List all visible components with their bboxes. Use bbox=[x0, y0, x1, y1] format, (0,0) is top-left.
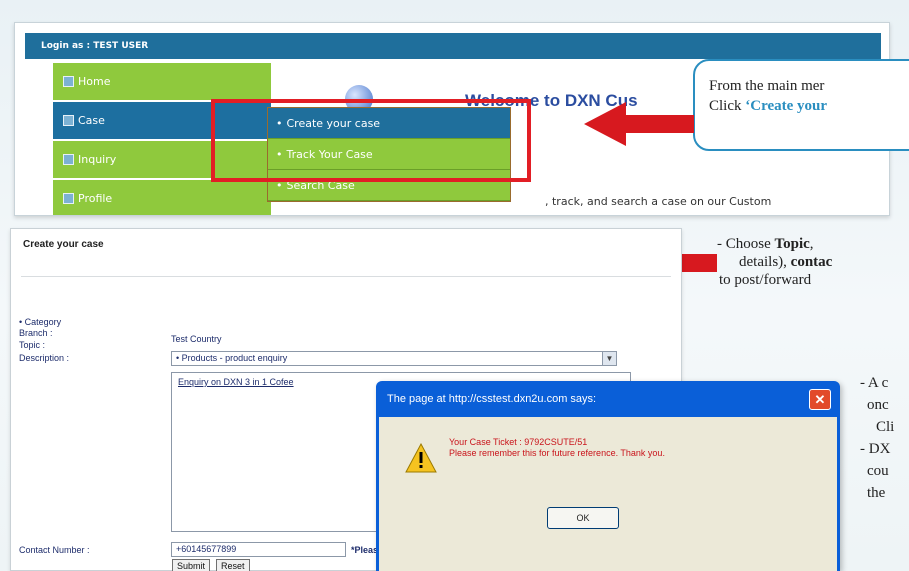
instruction-callout: From the main mer Click ‘Create your bbox=[693, 59, 909, 151]
inquiry-icon bbox=[63, 154, 74, 165]
instruction-line: details), contac bbox=[739, 254, 832, 271]
instruction-line: - DX bbox=[860, 441, 891, 457]
dialog-title: The page at http://csstest.dxn2u.com say… bbox=[387, 393, 597, 405]
instruction-bold: Topic bbox=[774, 236, 810, 252]
topic-select[interactable]: • Products - product enquiry ▼ bbox=[171, 351, 617, 366]
menu-item-profile[interactable]: Profile bbox=[53, 180, 271, 215]
menu-item-home[interactable]: Home bbox=[53, 63, 271, 100]
contact-number-field[interactable]: +60145677899 bbox=[171, 542, 346, 557]
topic-label: Topic : bbox=[19, 340, 46, 350]
instruction-bold: contac bbox=[790, 254, 833, 270]
menu-item-label: Inquiry bbox=[78, 153, 117, 166]
instruction-line: cou bbox=[867, 463, 889, 479]
alert-dialog: The page at http://csstest.dxn2u.com say… bbox=[376, 381, 840, 571]
arrow-left-icon bbox=[584, 102, 694, 146]
page-description: , track, and search a case on our Custom bbox=[545, 195, 772, 208]
menu-item-label: Case bbox=[78, 114, 105, 127]
close-icon[interactable]: ✕ bbox=[809, 389, 831, 410]
callout-prefix: Click bbox=[709, 98, 746, 114]
dialog-titlebar: The page at http://csstest.dxn2u.com say… bbox=[379, 381, 837, 417]
category-label: • Category bbox=[19, 317, 62, 327]
divider bbox=[21, 276, 671, 277]
instruction-text: - Choose bbox=[717, 236, 775, 252]
submit-button[interactable]: Submit bbox=[172, 559, 211, 571]
dialog-message-line-2: Please remember this for future referenc… bbox=[449, 448, 665, 458]
topic-selected-value: • Products - product enquiry bbox=[176, 353, 288, 363]
dialog-message: Your Case Ticket : 9792CSUTE/51 Please r… bbox=[449, 437, 665, 459]
contact-label: Contact Number : bbox=[19, 545, 90, 555]
chevron-down-icon[interactable]: ▼ bbox=[602, 352, 616, 365]
reset-button[interactable]: Reset bbox=[216, 559, 250, 571]
instruction-text: , bbox=[809, 236, 814, 252]
dialog-message-line-1: Your Case Ticket : 9792CSUTE/51 bbox=[449, 437, 588, 447]
profile-icon bbox=[63, 193, 74, 204]
instruction-text: details), bbox=[739, 254, 791, 270]
highlight-box bbox=[211, 99, 531, 182]
description-text: Enquiry on DXN 3 in 1 Cofee bbox=[178, 377, 294, 387]
branch-value: Test Country bbox=[171, 334, 222, 344]
dialog-body: Your Case Ticket : 9792CSUTE/51 Please r… bbox=[379, 417, 837, 571]
instruction-line: Cli bbox=[876, 419, 895, 435]
instruction-line: - A c bbox=[860, 375, 889, 391]
menu-item-label: Home bbox=[78, 75, 111, 88]
form-title: Create your case bbox=[23, 239, 104, 250]
home-icon bbox=[63, 76, 74, 87]
menu-item-label: Profile bbox=[78, 192, 113, 205]
warning-icon bbox=[405, 443, 437, 473]
instruction-line: onc bbox=[867, 397, 889, 413]
instruction-line: - Choose Topic, bbox=[717, 236, 814, 253]
callout-highlight: ‘Create your bbox=[745, 98, 828, 114]
callout-line-1: From the main mer bbox=[709, 78, 825, 94]
branch-label: Branch : bbox=[19, 328, 53, 338]
login-bar: Login as : TEST USER bbox=[25, 33, 881, 59]
description-label: Description : bbox=[19, 353, 70, 363]
instruction-line: to post/forward bbox=[719, 272, 812, 288]
callout-line-2: Click ‘Create your bbox=[709, 96, 909, 116]
instruction-line: the bbox=[867, 485, 886, 501]
case-icon bbox=[63, 115, 74, 126]
ok-button[interactable]: OK bbox=[547, 507, 619, 529]
